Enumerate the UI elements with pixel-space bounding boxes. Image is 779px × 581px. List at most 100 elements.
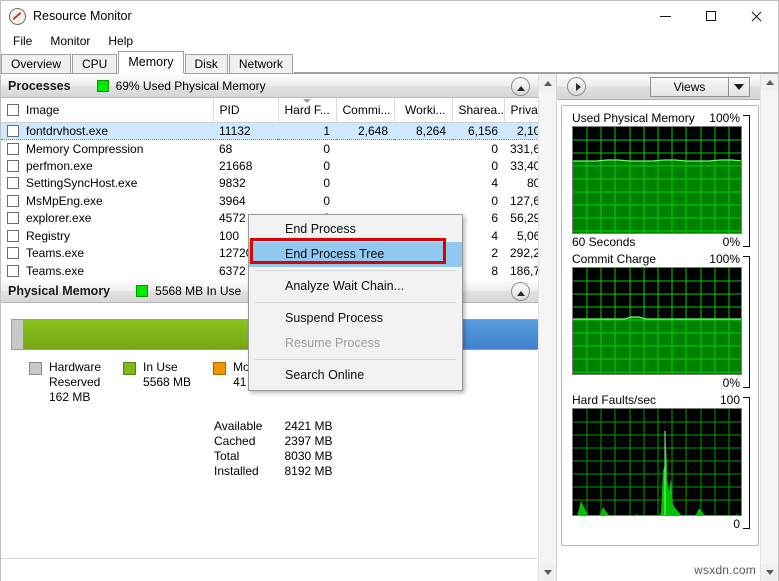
tab-memory[interactable]: Memory	[118, 51, 184, 74]
tab-overview[interactable]: Overview	[1, 54, 72, 73]
cell-image: SettingSyncHost.exe	[1, 175, 213, 193]
processes-table-header-row: Image PID Hard F... Commi... Worki... Sh…	[1, 98, 554, 123]
processes-title: Processes	[8, 79, 71, 93]
summary-value-cached: 2397 MB	[284, 434, 333, 448]
right-pane-scrollbar[interactable]	[760, 74, 778, 581]
context-menu-separator	[255, 359, 456, 360]
left-content-pane: Processes 69% Used Physical Memory Image…	[1, 74, 556, 581]
tab-disk[interactable]: Disk	[184, 54, 228, 73]
tab-network[interactable]: Network	[228, 54, 293, 73]
context-menu-item-analyze-wait-chain[interactable]: Analyze Wait Chain...	[249, 274, 462, 299]
cell-shared: 4	[491, 176, 498, 191]
cell-shared: 0	[491, 141, 498, 156]
table-row[interactable]: MsMpEng.exe 3964 0 0 127,624	[1, 192, 553, 210]
table-row[interactable]: Memory Compression 68 0 0 331,692	[1, 140, 553, 158]
right-graphs-pane: Views Used Physical Memory 100% 60 Secon…	[556, 74, 778, 581]
expand-panel-button[interactable]	[567, 77, 586, 96]
column-header-hard-faults[interactable]: Hard F...	[278, 98, 337, 123]
graph-bracket-2	[743, 256, 750, 388]
cell-image-label: Teams.exe	[26, 246, 85, 261]
cell-image: explorer.exe	[1, 210, 213, 228]
cell-image: Registry	[1, 227, 213, 245]
table-row[interactable]: perfmon.exe 21668 0 0 33,408	[1, 157, 553, 175]
minimize-icon	[660, 15, 671, 17]
cell-image-label: SettingSyncHost.exe	[26, 176, 138, 191]
cell-image: MsMpEng.exe	[1, 192, 213, 210]
graph-title-used-physical-memory: Used Physical Memory	[572, 111, 695, 125]
graph-min-label-used-physical-memory: 0%	[722, 235, 740, 249]
row-checkbox[interactable]	[7, 264, 19, 277]
context-menu-item-search-online[interactable]: Search Online	[249, 363, 462, 388]
graph-used-physical-memory: Used Physical Memory 100% 60 Seconds 0%	[568, 110, 752, 251]
legend-swatch-in-use	[123, 362, 137, 375]
summary-key-total: Total	[214, 449, 240, 463]
context-menu-item-resume-process: Resume Process	[285, 336, 381, 350]
cell-pid: 68	[219, 141, 233, 156]
row-checkbox[interactable]	[7, 229, 19, 242]
memory-summary: Available 2421 MB Cached 2397 MB Total 8…	[214, 419, 556, 479]
graph-canvas-used-physical-memory	[572, 126, 742, 234]
summary-value-available: 2421 MB	[284, 419, 333, 433]
left-pane-scrollbar[interactable]	[538, 74, 556, 581]
process-context-menu[interactable]: End Process End Process Tree Analyze Wai…	[248, 214, 463, 391]
cell-pid: 3964	[219, 193, 246, 208]
cell-image-label: MsMpEng.exe	[26, 193, 103, 208]
in-use-label: 5568 MB In Use	[155, 284, 242, 298]
graph-bracket-3	[743, 397, 750, 529]
views-button[interactable]: Views	[650, 77, 750, 97]
scroll-down-button[interactable]	[539, 563, 556, 581]
processes-collapse-button[interactable]	[511, 77, 530, 96]
row-checkbox[interactable]	[7, 212, 19, 225]
summary-value-installed: 8192 MB	[284, 464, 333, 478]
column-header-shareable[interactable]: Sharea...	[452, 98, 505, 123]
cell-commit	[336, 140, 394, 158]
column-header-commit[interactable]: Commi...	[336, 98, 395, 123]
resource-monitor-icon	[9, 7, 26, 25]
close-button[interactable]	[733, 1, 778, 31]
graph-canvas-hard-faults	[572, 408, 742, 516]
cell-working: 8,264	[394, 121, 452, 140]
cell-pid: 21668	[219, 158, 253, 173]
scroll-up-button[interactable]	[539, 74, 556, 92]
column-header-pid[interactable]: PID	[213, 98, 279, 123]
graph-min-label-commit-charge: 0%	[722, 376, 740, 390]
legend-swatch-hardware-reserved	[29, 362, 42, 375]
physical-memory-title: Physical Memory	[8, 284, 111, 298]
cell-commit	[336, 192, 394, 210]
chevron-down-icon	[729, 84, 749, 90]
close-icon	[750, 11, 761, 22]
row-checkbox[interactable]	[7, 194, 19, 207]
context-menu-item-end-process-tree[interactable]: End Process Tree	[249, 242, 462, 267]
scroll-up-button[interactable]	[761, 74, 778, 91]
physical-memory-collapse-button[interactable]	[511, 282, 530, 301]
menu-item-monitor[interactable]: Monitor	[41, 32, 99, 50]
cell-working	[394, 157, 452, 175]
table-row[interactable]: fontdrvhost.exe 11132 1 2,648 8,264 6,15…	[1, 121, 553, 140]
row-checkbox[interactable]	[7, 124, 19, 137]
graph-title-commit-charge: Commit Charge	[572, 252, 657, 266]
cell-hard: 0	[323, 193, 330, 208]
tab-cpu[interactable]: CPU	[72, 54, 118, 73]
row-checkbox[interactable]	[7, 247, 19, 260]
row-checkbox[interactable]	[7, 142, 19, 155]
row-checkbox[interactable]	[7, 159, 19, 172]
table-row[interactable]: SettingSyncHost.exe 9832 0 4 804	[1, 175, 553, 193]
minimize-button[interactable]	[643, 1, 688, 31]
context-menu-item-end-process[interactable]: End Process	[249, 217, 462, 242]
row-checkbox[interactable]	[7, 177, 19, 190]
scroll-down-button[interactable]	[761, 564, 778, 581]
cell-shared: 0	[491, 193, 498, 208]
context-menu-item-suspend-process[interactable]: Suspend Process	[249, 306, 462, 331]
cell-image-label: Registry	[26, 228, 71, 243]
legend-value-in-use: 5568 MB	[143, 375, 192, 389]
column-header-image[interactable]: Image	[1, 98, 214, 123]
column-header-working[interactable]: Worki...	[394, 98, 453, 123]
select-all-checkbox[interactable]	[7, 103, 19, 116]
legend-label-in-use: In Use	[143, 360, 178, 374]
menu-item-file[interactable]: File	[4, 32, 41, 50]
memory-segment-hardware-reserved	[12, 320, 23, 349]
menu-item-help[interactable]: Help	[99, 32, 142, 50]
cell-hard: 1	[278, 121, 336, 140]
maximize-button[interactable]	[688, 1, 733, 31]
legend-value-hardware-reserved: 162 MB	[49, 390, 91, 404]
